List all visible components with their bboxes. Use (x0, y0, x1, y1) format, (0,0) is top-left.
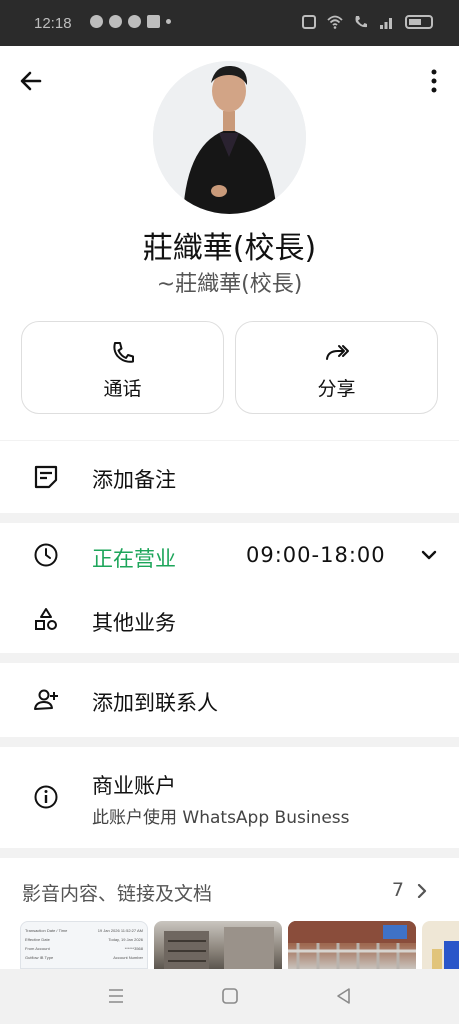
facebook-icon (128, 15, 141, 28)
doc-text: Gutflow IB Type (25, 955, 54, 960)
add-contact-label: 添加到联系人 (92, 691, 218, 715)
dot-icon (166, 19, 171, 24)
call-status-icon (355, 16, 367, 28)
status-time: 12:18 (34, 15, 72, 32)
partial-photo (432, 941, 459, 969)
avatar[interactable] (153, 61, 306, 214)
chevron-right-icon[interactable] (415, 884, 429, 898)
signal-icon (380, 18, 392, 29)
phone-icon (112, 342, 134, 363)
wifi-icon (327, 15, 343, 29)
call-button[interactable]: 通话 (21, 321, 224, 414)
business-hours-section: 正在营业 09:00-18:00 其他业务 (0, 523, 459, 653)
back-triangle-icon[interactable] (334, 986, 354, 1006)
notification-icons (90, 15, 171, 28)
doc-text: ******3568 (124, 946, 143, 951)
status-bar: 12:18 (0, 0, 459, 46)
doc-text: Today, 19 Jan 2026 (108, 937, 143, 942)
add-contact-row[interactable]: 添加到联系人 (0, 663, 459, 737)
business-account-subtitle: 此账户使用 WhatsApp Business (92, 808, 350, 828)
avatar-photo (153, 61, 306, 214)
more-options-icon[interactable] (429, 68, 439, 94)
media-thumbnail-photo[interactable] (288, 921, 416, 969)
doc-text: Account Number (113, 955, 143, 960)
profile-header: 莊織華(校長) ~莊織華(校長) 通话 分享 (0, 46, 459, 440)
home-icon[interactable] (220, 986, 240, 1006)
battery-icon (405, 15, 433, 29)
shapes-icon (35, 608, 57, 630)
forward-share-icon (325, 345, 349, 360)
business-account-row[interactable]: 商业账户 此账户使用 WhatsApp Business (0, 747, 459, 848)
doc-text: From Account (25, 946, 50, 951)
add-note-label: 添加备注 (92, 468, 176, 492)
open-status: 正在营业 (92, 547, 176, 571)
add-person-icon (34, 689, 58, 710)
other-business-label: 其他业务 (92, 611, 176, 635)
other-business-row[interactable]: 其他业务 (0, 589, 459, 653)
contact-push-name: ~莊織華(校長) (156, 272, 303, 297)
doc-text: 19 Jan 2026 11:52:27 AM (97, 928, 143, 933)
media-count[interactable]: 7 (392, 879, 404, 901)
media-header[interactable]: 影音内容、链接及文档 (22, 879, 212, 906)
menu-icon[interactable] (106, 986, 126, 1006)
business-hours: 09:00-18:00 (246, 543, 386, 567)
share-label: 分享 (317, 378, 356, 400)
nfc-icon (302, 15, 316, 29)
facebook-icon (90, 15, 103, 28)
system-icons (301, 14, 433, 30)
facebook-icon (109, 15, 122, 28)
business-account-title: 商业账户 (92, 774, 176, 798)
system-navigation-bar (0, 969, 459, 1024)
contact-name: 莊織華(校長) (142, 231, 317, 266)
building-photo (288, 921, 416, 969)
doc-text: Transaction Date / Time (25, 928, 68, 933)
media-thumbnail-photo[interactable] (422, 921, 459, 969)
chevron-down-icon[interactable] (421, 547, 437, 563)
person-icon (147, 15, 160, 28)
share-button[interactable]: 分享 (235, 321, 438, 414)
back-arrow-icon[interactable] (18, 68, 44, 94)
call-label: 通话 (103, 378, 142, 400)
doc-text: Effective Date (25, 937, 50, 942)
add-note-row[interactable]: 添加备注 (0, 441, 459, 513)
clock-icon (34, 543, 58, 567)
media-thumbnail-document[interactable]: Transaction Date / Time 19 Jan 2026 11:52… (20, 921, 148, 969)
note-icon (34, 465, 58, 489)
info-icon (34, 785, 58, 809)
media-thumbnail-photo[interactable] (154, 921, 282, 969)
hours-row[interactable]: 正在营业 09:00-18:00 (0, 523, 459, 589)
room-photo (164, 927, 274, 969)
